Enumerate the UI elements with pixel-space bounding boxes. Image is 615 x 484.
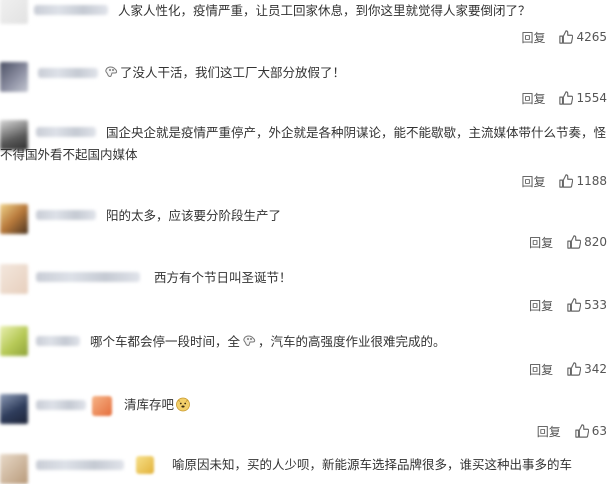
like-count: 1554 xyxy=(576,91,607,105)
like-button[interactable]: 63 xyxy=(575,424,607,438)
like-button[interactable]: 1554 xyxy=(559,91,607,105)
reply-button[interactable]: 回复 xyxy=(521,90,545,107)
username-blurred[interactable] xyxy=(36,400,86,410)
comment-actions: 回复 820 xyxy=(529,233,607,251)
thumbs-up-icon xyxy=(559,174,574,188)
comment-text: 西方有个节日叫圣诞节！ xyxy=(154,270,292,285)
comment-actions: 回复 4265 xyxy=(521,28,607,46)
comment-item: 人家人性化，疫情严重，让员工回家休息，到你这里就觉得人家要倒闭了？ 回复 426… xyxy=(0,0,615,56)
comment-item: 了没人干活，我们这工厂大部分放假了！ 回复 1554 xyxy=(0,56,615,112)
like-button[interactable]: 342 xyxy=(567,362,607,376)
comment-text-part: ，汽车的高强度作业很难完成的。 xyxy=(258,334,446,349)
comment-text: 人家人性化，疫情严重，让员工回家休息，到你这里就觉得人家要倒闭了？ xyxy=(118,3,531,18)
reply-button[interactable]: 回复 xyxy=(529,234,553,251)
username-blurred[interactable] xyxy=(36,460,124,470)
like-count: 1188 xyxy=(576,174,607,188)
like-button[interactable]: 1188 xyxy=(559,174,607,188)
comment-text: 喻原因未知，买的人少呗，新能源车选择品牌很多，谁买这种出事多的车 xyxy=(172,457,573,472)
username-blurred[interactable] xyxy=(38,68,98,78)
like-count: 63 xyxy=(591,424,607,438)
comment-item: 清库存吧 回复 63 xyxy=(0,382,615,446)
comment-item: 国企央企就是疫情严重停产，外企就是各种阴谋论，能不能歇歇，主流媒体带什么节奏，怪… xyxy=(0,112,615,196)
username-blurred[interactable] xyxy=(36,272,140,282)
comment-actions: 回复 342 xyxy=(529,360,607,378)
comment-text: 阳的太多，应该要分阶段生产了 xyxy=(106,208,282,223)
like-button[interactable]: 4265 xyxy=(559,30,607,44)
avatar[interactable] xyxy=(0,264,28,294)
comment-actions: 回复 533 xyxy=(529,296,607,314)
username-blurred[interactable] xyxy=(36,210,96,220)
comment-item: 阳的太多，应该要分阶段生产了 回复 820 xyxy=(0,196,615,256)
like-count: 533 xyxy=(584,298,607,312)
comment-item: 喻原因未知，买的人少呗，新能源车选择品牌很多，谁买这种出事多的车 xyxy=(0,446,615,484)
comment-text: 了没人干活，我们这工厂大部分放假了！ xyxy=(102,62,345,84)
avatar[interactable] xyxy=(0,454,28,484)
thumbs-up-icon xyxy=(559,30,574,44)
comment-actions: 回复 1554 xyxy=(521,89,607,107)
like-button[interactable]: 820 xyxy=(567,235,607,249)
comment-actions: 回复 1188 xyxy=(521,172,607,190)
comment-text-part: 哪个车都会停一段时间，全 xyxy=(90,334,241,349)
comment-text-part: 了没人干活，我们这工厂大部分放假了！ xyxy=(120,65,346,80)
avatar[interactable] xyxy=(0,394,28,424)
like-count: 4265 xyxy=(576,30,607,44)
username-blurred[interactable] xyxy=(34,5,108,15)
level-badge-blurred xyxy=(92,396,112,416)
avatar[interactable] xyxy=(0,326,28,356)
thumbs-up-icon xyxy=(567,235,582,249)
sick-face-emoji-icon xyxy=(103,64,119,80)
reply-button[interactable]: 回复 xyxy=(529,361,553,378)
like-button[interactable]: 533 xyxy=(567,298,607,312)
comment-item: 哪个车都会停一段时间，全 ，汽车的高强度作业很难完成的。 回复 342 xyxy=(0,316,615,382)
comment-actions: 回复 63 xyxy=(537,422,607,440)
thumbs-up-icon xyxy=(559,91,574,105)
thumbs-up-icon xyxy=(575,424,589,438)
comment-text: 哪个车都会停一段时间，全 ，汽车的高强度作业很难完成的。 xyxy=(90,331,446,353)
reply-button[interactable]: 回复 xyxy=(529,297,553,314)
level-badge-blurred xyxy=(136,456,154,474)
comment-text: 清库存吧 xyxy=(124,394,192,416)
sick-face-emoji-icon xyxy=(241,333,257,349)
avatar[interactable] xyxy=(0,62,28,92)
thumbs-up-icon xyxy=(567,362,582,376)
reply-button[interactable]: 回复 xyxy=(537,423,561,440)
username-blurred[interactable] xyxy=(36,336,80,346)
reply-button[interactable]: 回复 xyxy=(521,173,545,190)
like-count: 342 xyxy=(584,362,607,376)
comment-text: 国企央企就是疫情严重停产，外企就是各种阴谋论，能不能歇歇，主流媒体带什么节奏，怪… xyxy=(0,125,607,162)
comment-text-part: 清库存吧 xyxy=(124,397,175,412)
like-count: 820 xyxy=(584,235,607,249)
avatar[interactable] xyxy=(0,0,28,24)
doge-emoji-icon xyxy=(175,396,191,412)
thumbs-up-icon xyxy=(567,298,582,312)
avatar[interactable] xyxy=(0,204,28,234)
comment-item: 西方有个节日叫圣诞节！ 回复 533 xyxy=(0,256,615,316)
reply-button[interactable]: 回复 xyxy=(521,29,545,46)
